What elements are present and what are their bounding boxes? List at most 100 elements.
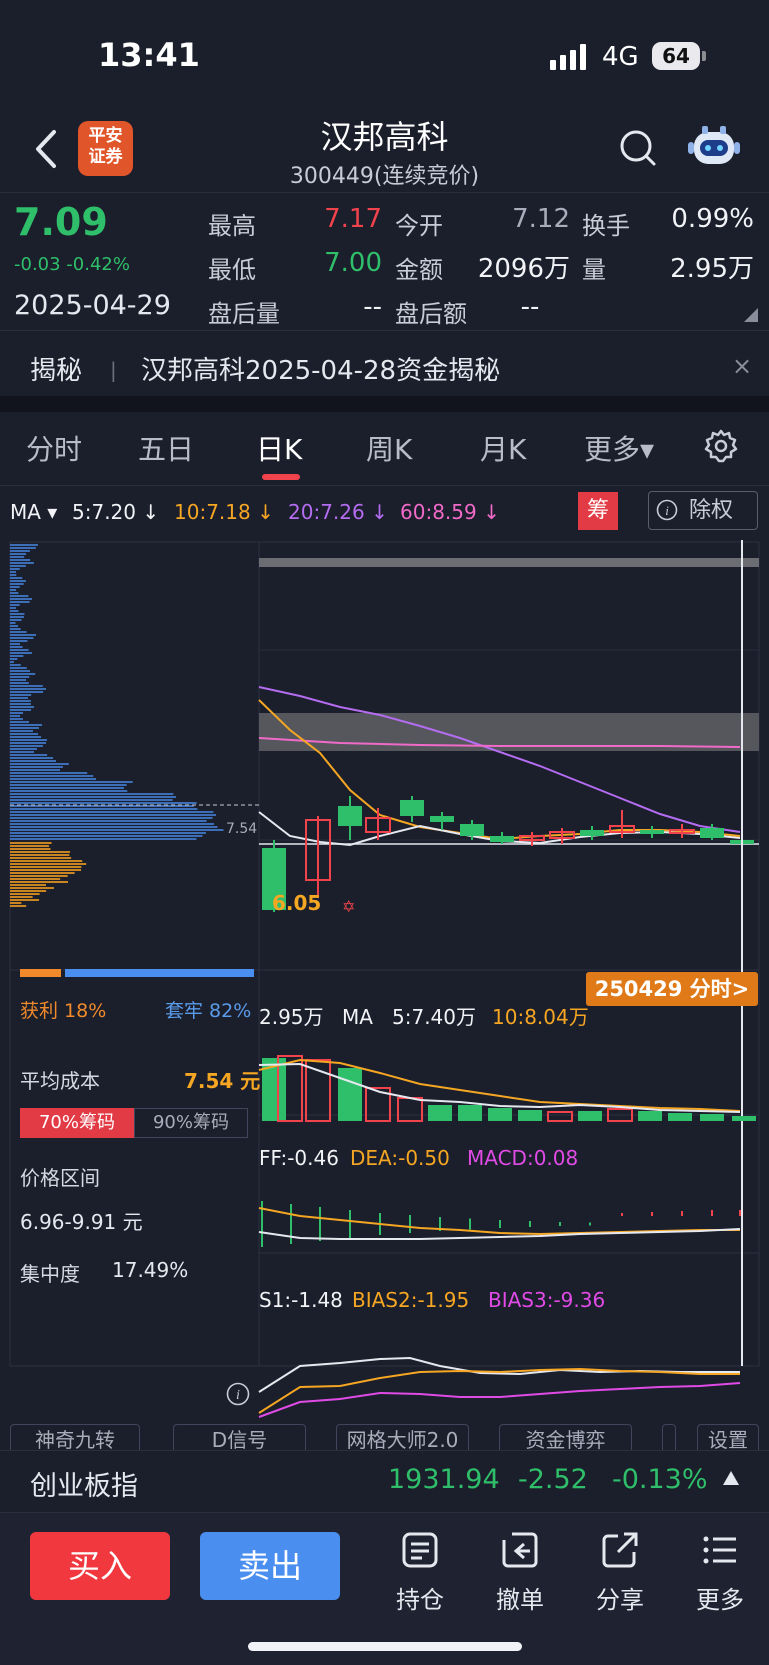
- chip-bar: [10, 640, 28, 642]
- news-tag: 揭秘: [30, 356, 83, 386]
- tool-tab-settings[interactable]: 设置: [697, 1424, 759, 1450]
- info-icon[interactable]: i: [226, 1382, 250, 1406]
- amount-label: 金额: [395, 256, 443, 284]
- tab-daily-k[interactable]: 日K: [256, 428, 302, 468]
- volume-bar: [547, 1111, 573, 1122]
- chip-bar: [10, 553, 27, 555]
- battery-cap: [702, 51, 706, 61]
- volume-bar: [458, 1105, 482, 1121]
- index-change: -2.52: [518, 1464, 588, 1495]
- chip-bar: [10, 658, 18, 660]
- expand-up-icon[interactable]: [722, 1470, 740, 1486]
- close-icon[interactable]: ×: [732, 352, 752, 380]
- chip-bar: [10, 784, 127, 786]
- intraday-link-button[interactable]: 250429 分时>: [586, 972, 758, 1006]
- chip-bar: [10, 667, 27, 669]
- price-range-value: 6.96-9.91 元: [20, 1210, 143, 1234]
- search-icon[interactable]: [618, 128, 658, 168]
- cancel-order-label[interactable]: 撤单: [480, 1580, 560, 1615]
- chip-bar: [10, 604, 20, 606]
- macd-dea-label: DEA:-0.50: [350, 1146, 450, 1170]
- more-menu-icon[interactable]: [700, 1530, 740, 1570]
- chip-bar: [10, 637, 34, 639]
- chip-bar: [10, 712, 24, 714]
- tab-weekly-k[interactable]: 周K: [366, 428, 412, 468]
- chip-distribution-button[interactable]: 筹: [578, 492, 618, 530]
- chip-bar: [10, 845, 49, 847]
- share-icon[interactable]: [600, 1530, 640, 1570]
- chip-bar: [10, 613, 25, 615]
- tab-five-day[interactable]: 五日: [138, 428, 194, 468]
- turnover-value: 0.99%: [671, 204, 754, 234]
- robot-assistant-icon[interactable]: [688, 124, 740, 170]
- position-icon[interactable]: [400, 1530, 440, 1570]
- open-value: 7.12: [512, 204, 570, 234]
- signal-icon: [550, 44, 586, 70]
- low-label: 最低: [208, 256, 256, 284]
- share-label[interactable]: 分享: [580, 1580, 660, 1615]
- tool-tab-grid-master[interactable]: 网格大师2.0: [336, 1424, 469, 1450]
- news-headline[interactable]: 汉邦高科2025-04-28资金揭秘: [141, 350, 500, 387]
- chip-bar: [10, 643, 21, 645]
- tab-intraday[interactable]: 分时: [26, 428, 82, 468]
- tool-tab-magic-nine[interactable]: 神奇九转: [10, 1424, 140, 1450]
- chip-bar: [10, 787, 125, 789]
- volume-value: 2.95万: [670, 254, 754, 284]
- chip-bar: [10, 655, 24, 657]
- chip-90-button[interactable]: 90%筹码: [134, 1108, 248, 1138]
- chip-bar: [10, 739, 48, 741]
- expand-corner-icon[interactable]: [744, 308, 758, 322]
- candle-body: [338, 806, 362, 826]
- chip-bar: [10, 766, 63, 768]
- tool-tab-partial[interactable]: [662, 1424, 676, 1450]
- chip-bar: [10, 583, 24, 585]
- macd-dif-label: FF:-0.46: [259, 1146, 339, 1170]
- chip-bar: [10, 682, 29, 684]
- after-volume-label: 盘后量: [208, 300, 280, 328]
- chip-bar: [10, 902, 22, 904]
- buy-button[interactable]: 买入: [30, 1532, 170, 1600]
- tool-tab-fund-game[interactable]: 资金博弈: [499, 1424, 632, 1450]
- chip-bar: [10, 733, 39, 735]
- chip-bar: [10, 823, 215, 825]
- chip-bar: [10, 820, 207, 822]
- chip-bar: [10, 721, 29, 723]
- turnover-label: 换手: [582, 212, 630, 240]
- chip-bar: [10, 727, 39, 729]
- position-label[interactable]: 持仓: [380, 1580, 460, 1615]
- pressure-band: [259, 558, 759, 567]
- chip-70-button[interactable]: 70%筹码: [20, 1108, 134, 1138]
- chip-bar: [10, 616, 24, 618]
- cancel-order-icon[interactable]: [500, 1530, 540, 1570]
- tab-monthly-k[interactable]: 月K: [480, 428, 526, 468]
- gear-icon[interactable]: [703, 428, 739, 464]
- tab-more[interactable]: 更多▾: [584, 428, 654, 468]
- chip-bar: [10, 854, 70, 856]
- macd-value-label: MACD:0.08: [467, 1146, 578, 1170]
- active-tab-indicator: [262, 474, 300, 480]
- chip-bar: [10, 709, 32, 711]
- candle-body: [400, 800, 424, 816]
- volume-bar: [305, 1059, 331, 1122]
- chip-bar: [10, 866, 82, 868]
- chip-bar: [10, 748, 37, 750]
- sell-button[interactable]: 卖出: [200, 1532, 340, 1600]
- chip-bar: [10, 778, 96, 780]
- chip-bar: [10, 577, 23, 579]
- chip-bar: [10, 814, 216, 816]
- after-amount-label: 盘后额: [395, 300, 467, 328]
- ma-selector[interactable]: MA ▾: [10, 500, 57, 524]
- news-separator: |: [110, 358, 117, 382]
- chip-bar: [10, 851, 71, 853]
- home-indicator: [248, 1642, 522, 1651]
- volume-bar: [638, 1111, 662, 1121]
- chip-bar: [10, 634, 36, 636]
- chip-bar: [10, 700, 31, 702]
- chip-bar: [10, 905, 27, 907]
- tool-tab-d-signal[interactable]: D信号: [173, 1424, 306, 1450]
- more-label[interactable]: 更多: [680, 1580, 760, 1615]
- bias1-label: S1:-1.48: [259, 1288, 343, 1312]
- chip-bar: [10, 860, 83, 862]
- chip-bar: [10, 625, 19, 627]
- chip-bar: [10, 751, 35, 753]
